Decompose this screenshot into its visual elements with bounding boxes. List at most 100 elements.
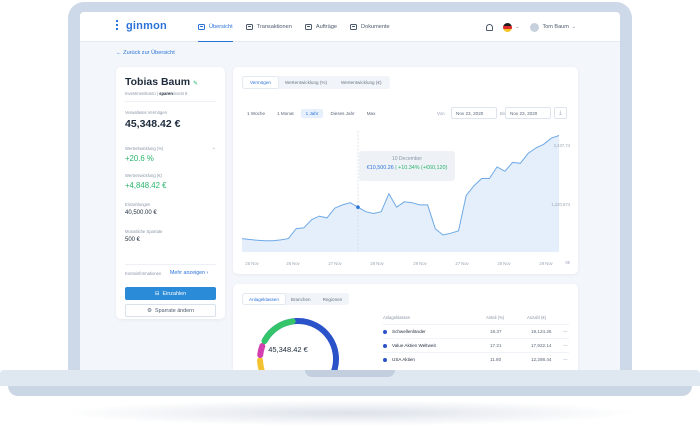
stat-value-assets: 45,348.42 € <box>125 118 181 130</box>
row-amount: 12,288.44 <box>531 357 552 362</box>
tooltip-date: 10 December <box>391 156 422 162</box>
nav-orders[interactable]: Aufträge <box>304 12 338 42</box>
chevron-down-icon[interactable]: ⌄ <box>212 145 216 151</box>
row-share: 17.21 <box>490 343 502 348</box>
row-amount: 19,124.25 <box>531 329 552 334</box>
subtitle-suffix: invest 8 <box>172 91 188 96</box>
chart-card: Vermögen Wertentwicklung (%) Wertentwick… <box>233 67 578 274</box>
stat-label-savings-rate: Monatliche Sparrate <box>125 229 163 234</box>
nav-transactions[interactable]: Transaktionen <box>245 12 292 42</box>
tab-regions[interactable]: Regionen <box>317 294 349 304</box>
settings-icon: ⚙ <box>147 307 153 314</box>
nav-orders-label: Aufträge <box>315 24 338 30</box>
profile-name-row: Tobias Baum ✎ <box>125 76 198 88</box>
documents-icon <box>350 24 358 30</box>
allocation-card: Anlageklassen Branchen Regionen 45,348.4… <box>233 284 578 370</box>
row-name: Value Aktien Weltweit <box>392 343 436 348</box>
divider <box>125 101 216 102</box>
stat-label-perf-pct: Wertentwicklung (%) <box>125 146 164 151</box>
ginmon-logo[interactable]: ginmon <box>116 20 167 32</box>
nav-transactions-label: Transaktionen <box>256 24 292 30</box>
stat-label-deposits: Einzahlungen <box>125 202 151 207</box>
bell-icon[interactable] <box>486 23 494 31</box>
deposit-icon: ⊟ <box>154 290 160 297</box>
tab-sectors[interactable]: Branchen <box>285 294 317 304</box>
laptop-frame: ginmon Übersicht Transaktionen Aufträge … <box>0 0 700 441</box>
change-savings-rate-label: Sparrate ändern <box>155 307 194 314</box>
language-chevron-down-icon[interactable]: ⌄ <box>515 24 519 30</box>
user-name[interactable]: Tom Baum <box>543 24 569 30</box>
tab-asset-classes[interactable]: Anlageklassen <box>243 294 285 304</box>
row-expand-icon[interactable]: — <box>563 357 568 362</box>
tooltip-change-value: +10.34% (+€60,120) <box>398 165 448 171</box>
x-tick-label: 28 Nov <box>497 261 511 266</box>
profile-subtitle: Investmentkonto | spareninvest 8 <box>125 91 187 96</box>
x-tick-label: 29 Nov <box>413 261 427 266</box>
row-name: USA Aktien <box>392 357 415 362</box>
row-expand-icon[interactable]: — <box>563 343 568 348</box>
logo-text: ginmon <box>126 20 167 32</box>
allocation-tabs: Anlageklassen Branchen Regionen <box>242 293 350 305</box>
row-color-dot <box>383 344 387 348</box>
dashboard-icon <box>198 23 205 30</box>
tooltip-change: | +10.34% (+€60,120) <box>395 165 448 171</box>
x-tick-label: 26 Nov <box>286 261 300 266</box>
x-tick-label: 28 Nov <box>370 261 384 266</box>
allocation-donut[interactable] <box>253 314 343 370</box>
donut-segment[interactable] <box>261 318 296 345</box>
nav-documents[interactable]: Dokumente <box>350 12 390 42</box>
chart-hover-point[interactable] <box>356 205 360 209</box>
deposit-button[interactable]: ⊟ Einzahlen <box>125 287 216 300</box>
stat-value-perf-pct: +20.6 % <box>125 154 154 163</box>
chart-tooltip: 10 December €10,500.26 | +10.34% (+€60,1… <box>359 151 455 181</box>
row-color-dot <box>383 330 387 334</box>
row-share: 11.80 <box>490 357 502 362</box>
y-tick-label: 1,220.874 <box>551 202 570 207</box>
stat-value-savings-rate: 500 € <box>125 237 141 243</box>
stat-label-perf-eur: Wertentwicklung (€) <box>125 173 162 178</box>
laptop-notch <box>305 370 395 377</box>
table-row[interactable]: Value Aktien Weltweit 17.21 17,922.14 — <box>383 338 569 352</box>
user-avatar[interactable] <box>529 22 539 32</box>
divider <box>125 264 216 265</box>
change-savings-rate-button[interactable]: ⚙ Sparrate ändern <box>125 304 216 317</box>
row-expand-icon[interactable]: — <box>563 329 568 334</box>
row-amount: 17,922.14 <box>531 343 552 348</box>
app-screen: ginmon Übersicht Transaktionen Aufträge … <box>80 12 620 370</box>
laptop-shadow <box>60 400 640 426</box>
row-share: 18.37 <box>490 329 502 334</box>
donut-segment[interactable] <box>257 357 299 370</box>
y-tick-label: 0€ <box>565 260 570 265</box>
row-color-dot <box>383 358 387 362</box>
table-row[interactable]: USA Aktien 11.80 12,288.44 — <box>383 352 569 366</box>
nav-overview[interactable]: Übersicht <box>198 12 233 42</box>
row-name: Schwellenländer <box>392 329 426 334</box>
x-tick-label: 29 Nov <box>539 261 553 266</box>
stat-label-assets: Verwaltetes Vermögen <box>125 110 167 115</box>
x-tick-label: 27 Nov <box>328 261 342 266</box>
top-navbar: ginmon Übersicht Transaktionen Aufträge … <box>80 12 620 42</box>
laptop-base <box>0 370 700 400</box>
user-chevron-down-icon[interactable]: ⌄ <box>572 24 576 30</box>
header-asset-class: Anlageklassen <box>383 315 411 320</box>
orders-icon <box>304 24 312 30</box>
donut-total: 45,348.42 € <box>268 345 308 354</box>
deposit-button-label: Einzahlen <box>162 290 187 297</box>
stat-value-deposits: 40,500.00 € <box>125 210 157 216</box>
nav-documents-label: Dokumente <box>361 24 390 30</box>
header-share: Anteil (%) <box>486 315 505 320</box>
back-link[interactable]: ← Zurück zur Übersicht <box>116 50 175 56</box>
german-flag-icon[interactable] <box>503 22 513 32</box>
table-row[interactable]: Schwellenländer 18.37 19,124.25 — <box>383 324 569 338</box>
stat-value-perf-eur: +4,848.42 € <box>125 181 167 190</box>
subtitle-prefix: Investmentkonto | <box>125 91 158 96</box>
nav-links: Übersicht Transaktionen Aufträge Dokumen… <box>198 12 403 42</box>
subtitle-bold: sparen <box>159 91 173 96</box>
edit-pencil-icon[interactable]: ✎ <box>193 81 198 87</box>
x-tick-label: 25 Nov <box>245 261 259 266</box>
nav-overview-label: Übersicht <box>209 23 233 30</box>
logo-icon <box>116 20 123 30</box>
show-more-link[interactable]: Mehr anzeigen › <box>170 270 208 276</box>
laptop-base-bottom <box>8 386 692 396</box>
profile-card: Tobias Baum ✎ Investmentkonto | spareninv… <box>116 67 225 319</box>
